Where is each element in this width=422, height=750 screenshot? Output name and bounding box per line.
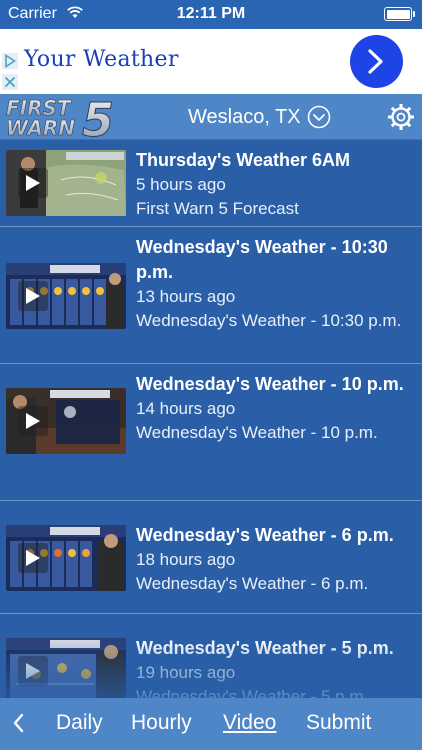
- video-list-item[interactable]: Wednesday's Weather - 6 p.m. 18 hours ag…: [0, 501, 422, 614]
- play-icon: [26, 550, 40, 566]
- chevron-right-icon: [368, 49, 383, 74]
- video-title: Wednesday's Weather - 6 p.m.: [136, 525, 394, 545]
- video-info: Wednesday's Weather - 6 p.m. 18 hours ag…: [136, 523, 414, 596]
- bottom-nav: Daily Hourly Video Submit: [0, 698, 422, 750]
- video-description: Wednesday's Weather - 5 p.m.: [136, 687, 369, 698]
- battery-icon: [384, 7, 412, 21]
- video-title: Wednesday's Weather - 10 p.m.: [136, 374, 404, 394]
- ad-choices-icon[interactable]: [2, 53, 18, 69]
- play-button[interactable]: [18, 543, 48, 573]
- video-list[interactable]: Thursday's Weather 6AM 5 hours ago First…: [0, 140, 422, 698]
- ad-title[interactable]: Your Weather: [24, 47, 179, 72]
- location-label[interactable]: Weslaco, TX: [188, 106, 301, 129]
- first-warn-5-logo: FIRST WARN 5: [6, 96, 115, 138]
- play-icon: [26, 175, 40, 191]
- battery-tip: [413, 11, 415, 17]
- video-description: First Warn 5 Forecast: [136, 199, 299, 218]
- video-age: 5 hours ago: [136, 175, 226, 194]
- video-title: Wednesday's Weather - 5 p.m.: [136, 638, 394, 658]
- video-description: Wednesday's Weather - 10:30 p.m.: [136, 311, 402, 330]
- video-age: 13 hours ago: [136, 287, 236, 306]
- ad-banner[interactable]: Your Weather: [0, 29, 422, 94]
- video-thumbnail[interactable]: [6, 150, 126, 216]
- play-button[interactable]: [18, 168, 48, 198]
- video-title: Thursday's Weather 6AM: [136, 150, 351, 170]
- logo-number-text: 5: [82, 96, 114, 138]
- play-button[interactable]: [18, 281, 48, 311]
- video-age: 18 hours ago: [136, 550, 236, 569]
- nav-hourly[interactable]: Hourly: [131, 711, 192, 735]
- play-icon: [26, 663, 40, 679]
- video-thumbnail[interactable]: [6, 263, 126, 329]
- video-info: Wednesday's Weather - 5 p.m. 19 hours ag…: [136, 636, 414, 698]
- video-title: Wednesday's Weather - 10:30 p.m.: [136, 237, 388, 282]
- chevron-down-circle-icon[interactable]: [307, 105, 331, 129]
- video-thumbnail[interactable]: [6, 525, 126, 591]
- video-list-item[interactable]: Thursday's Weather 6AM 5 hours ago First…: [0, 140, 422, 227]
- nav-daily[interactable]: Daily: [56, 711, 103, 735]
- video-info: Thursday's Weather 6AM 5 hours ago First…: [136, 148, 414, 221]
- video-thumbnail[interactable]: [6, 388, 126, 454]
- video-info: Wednesday's Weather - 10:30 p.m. 13 hour…: [136, 235, 414, 333]
- ad-close-icon[interactable]: [2, 74, 18, 90]
- play-button[interactable]: [18, 656, 48, 686]
- video-list-item[interactable]: Wednesday's Weather - 10:30 p.m. 13 hour…: [0, 227, 422, 364]
- chevron-left-icon[interactable]: [10, 712, 28, 734]
- video-thumbnail[interactable]: [6, 638, 126, 698]
- play-button[interactable]: [18, 406, 48, 436]
- video-age: 14 hours ago: [136, 399, 236, 418]
- video-description: Wednesday's Weather - 6 p.m.: [136, 574, 369, 593]
- video-description: Wednesday's Weather - 10 p.m.: [136, 423, 378, 442]
- play-icon: [26, 413, 40, 429]
- status-time: 12:11 PM: [176, 5, 246, 22]
- app-header: FIRST WARN 5 Weslaco, TX: [0, 94, 422, 140]
- gear-icon[interactable]: [386, 102, 416, 132]
- video-list-item[interactable]: Wednesday's Weather - 10 p.m. 14 hours a…: [0, 364, 422, 501]
- video-list-item[interactable]: Wednesday's Weather - 5 p.m. 19 hours ag…: [0, 614, 422, 698]
- video-info: Wednesday's Weather - 10 p.m. 14 hours a…: [136, 372, 414, 445]
- ad-go-button[interactable]: [350, 35, 403, 88]
- video-age: 19 hours ago: [136, 663, 236, 682]
- play-icon: [26, 288, 40, 304]
- nav-submit[interactable]: Submit: [306, 711, 371, 735]
- logo-warn-text: WARN: [6, 116, 75, 138]
- status-bar: Carrier 12:11 PM: [0, 0, 422, 29]
- nav-video[interactable]: Video: [223, 711, 276, 735]
